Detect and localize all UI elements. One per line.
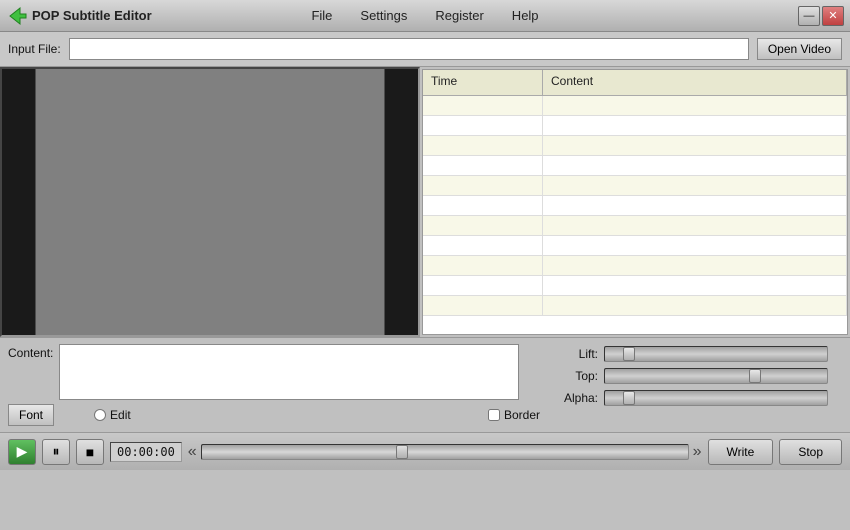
table-row[interactable]	[423, 136, 847, 156]
table-header: Time Content	[423, 70, 847, 96]
seek-bar-container: « »	[188, 443, 702, 461]
table-row[interactable]	[423, 216, 847, 236]
logo-icon	[8, 6, 28, 26]
forward-icon[interactable]: »	[693, 443, 702, 461]
edit-label: Edit	[110, 408, 131, 422]
table-body[interactable]	[423, 96, 847, 334]
alpha-slider-row: Alpha:	[558, 390, 828, 406]
menu-bar: File Settings Register Help	[307, 6, 542, 25]
seek-thumb[interactable]	[396, 445, 408, 459]
table-row[interactable]	[423, 96, 847, 116]
alpha-thumb[interactable]	[623, 391, 635, 405]
app-title: POP Subtitle Editor	[32, 8, 152, 23]
pause-button[interactable]: ⏸	[42, 439, 70, 465]
open-video-button[interactable]: Open Video	[757, 38, 842, 60]
stop-button[interactable]: Stop	[779, 439, 842, 465]
transport-bar: ▶ ⏸ ■ 00:00:00 « » Write Stop	[0, 432, 850, 470]
minimize-button[interactable]: —	[798, 6, 820, 26]
table-row[interactable]	[423, 296, 847, 316]
top-track[interactable]	[604, 368, 828, 384]
time-display: 00:00:00	[110, 442, 182, 462]
content-label: Content:	[8, 344, 53, 360]
subtitle-table: Time Content	[422, 69, 848, 335]
lift-track[interactable]	[604, 346, 828, 362]
menu-register[interactable]: Register	[431, 6, 487, 25]
alpha-track[interactable]	[604, 390, 828, 406]
main-area: Time Content	[0, 67, 850, 337]
write-button[interactable]: Write	[708, 439, 774, 465]
edit-radio[interactable]	[94, 409, 106, 421]
content-row: Content: Font Edit Border	[0, 338, 850, 432]
close-button[interactable]: ✕	[822, 6, 844, 26]
top-thumb[interactable]	[749, 369, 761, 383]
input-file-label: Input File:	[8, 42, 61, 56]
stop-transport-button[interactable]: ■	[76, 439, 104, 465]
title-bar: POP Subtitle Editor File Settings Regist…	[0, 0, 850, 32]
lift-slider-row: Lift:	[558, 346, 828, 362]
alpha-label: Alpha:	[558, 391, 598, 405]
top-slider-row: Top:	[558, 368, 828, 384]
table-row[interactable]	[423, 196, 847, 216]
sliders-panel: Lift: Top: Alpha:	[558, 344, 828, 406]
lift-label: Lift:	[558, 347, 598, 361]
rewind-icon[interactable]: «	[188, 443, 197, 461]
border-label: Border	[504, 408, 540, 422]
seek-bar[interactable]	[201, 444, 689, 460]
play-icon: ▶	[17, 443, 28, 460]
top-label: Top:	[558, 369, 598, 383]
video-display	[2, 69, 418, 335]
font-button[interactable]: Font	[8, 404, 54, 426]
table-row[interactable]	[423, 276, 847, 296]
app-logo: POP Subtitle Editor	[8, 6, 152, 26]
stop-icon: ■	[86, 444, 94, 460]
window-controls: — ✕	[798, 6, 844, 26]
input-file-field[interactable]	[69, 38, 749, 60]
pause-icon: ⏸	[53, 443, 60, 460]
content-textarea[interactable]	[59, 344, 519, 400]
table-header-time: Time	[423, 70, 543, 95]
table-header-content: Content	[543, 70, 847, 95]
border-checkbox[interactable]	[488, 409, 500, 421]
table-row[interactable]	[423, 116, 847, 136]
menu-settings[interactable]: Settings	[356, 6, 411, 25]
menu-help[interactable]: Help	[508, 6, 543, 25]
lift-thumb[interactable]	[623, 347, 635, 361]
table-row[interactable]	[423, 156, 847, 176]
video-panel	[0, 67, 420, 337]
table-row[interactable]	[423, 176, 847, 196]
bottom-section: Content: Font Edit Border	[0, 337, 850, 470]
table-row[interactable]	[423, 236, 847, 256]
menu-file[interactable]: File	[307, 6, 336, 25]
play-button[interactable]: ▶	[8, 439, 36, 465]
table-row[interactable]	[423, 256, 847, 276]
input-file-row: Input File: Open Video	[0, 32, 850, 67]
